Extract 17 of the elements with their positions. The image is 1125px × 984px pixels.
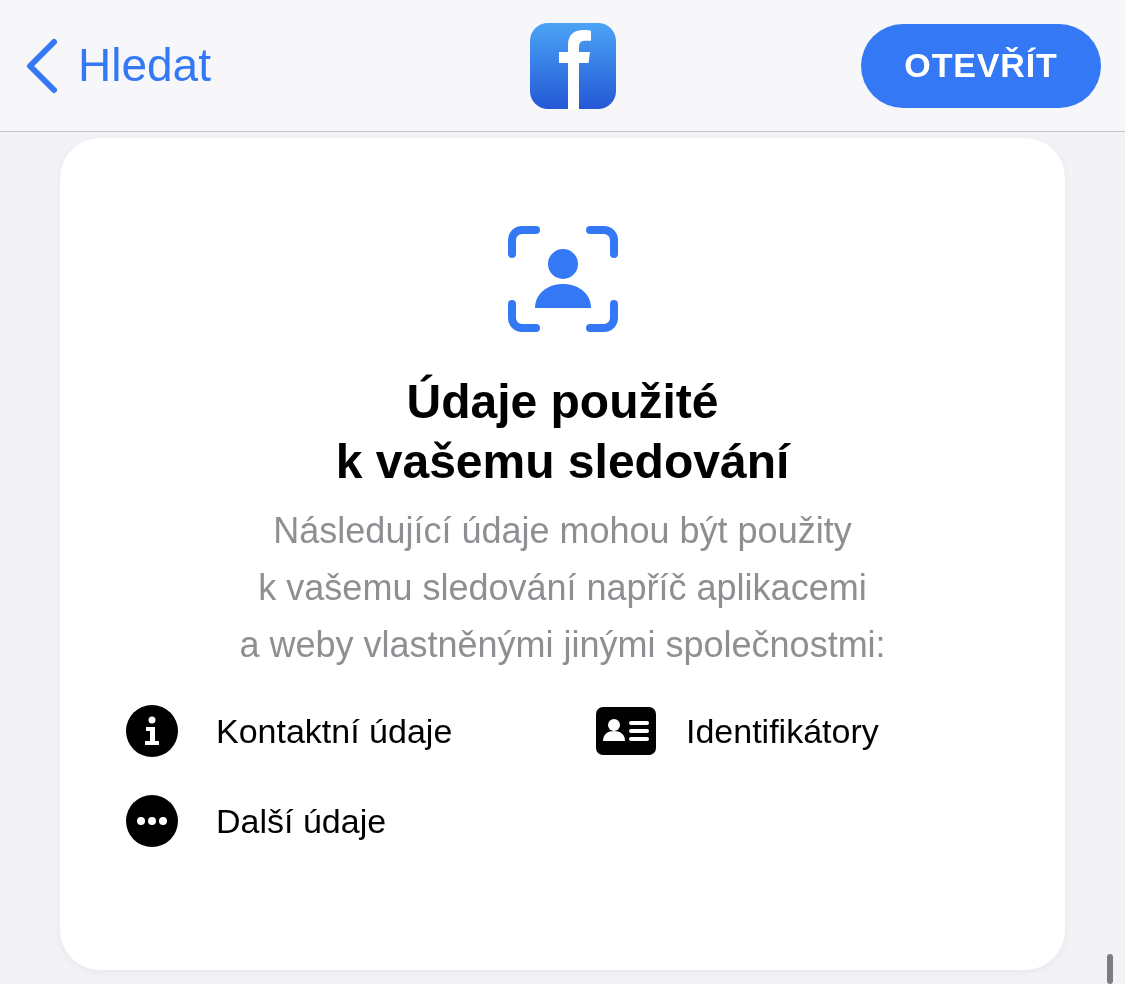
person-scan-icon: [507, 226, 618, 332]
scroll-indicator: [1107, 954, 1113, 984]
card-description: k vašemu sledování napříč aplikacemi: [258, 566, 867, 610]
id-card-icon: [596, 707, 656, 755]
app-logo-icon: [529, 22, 616, 109]
data-type-label: Kontaktní údaje: [216, 710, 453, 752]
back-button[interactable]: Hledat: [24, 31, 284, 100]
card-title: k vašemu sledování: [335, 434, 790, 490]
card-description: Následující údaje mohou být použity: [273, 509, 852, 553]
card-description: a weby vlastněnými jinými společnostmi:: [239, 623, 886, 667]
data-type-label: Identifikátory: [686, 710, 879, 752]
more-icon: [126, 795, 178, 847]
open-button[interactable]: OTEVŘÍT: [861, 23, 1101, 108]
chevron-left-icon: [24, 37, 58, 94]
data-type-label: Další údaje: [216, 800, 387, 842]
card-title: Údaje použité: [406, 373, 719, 430]
info-icon: [126, 705, 178, 757]
